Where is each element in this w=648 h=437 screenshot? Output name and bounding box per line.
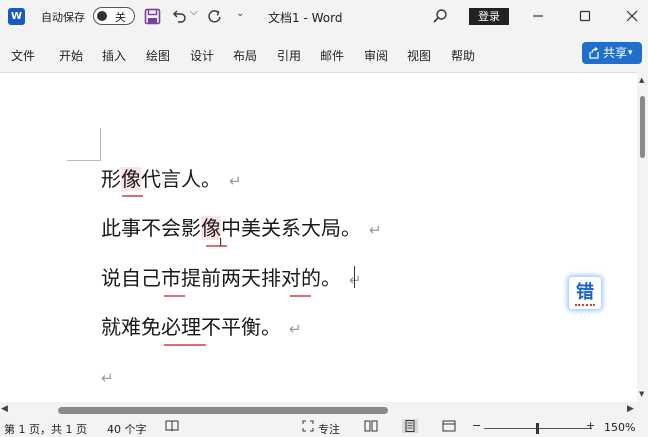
web-layout-icon[interactable] <box>442 420 456 432</box>
customize-toolbar-chevron-icon[interactable]: ⌄ <box>236 8 244 19</box>
paragraph-mark: ↵ <box>349 271 362 289</box>
tab-draw[interactable]: 绘图 <box>146 47 170 64</box>
scroll-left-arrow-icon[interactable]: ◀ <box>1 404 8 414</box>
line-text: 就难免必理不平衡。 <box>101 315 281 339</box>
document-line[interactable]: 说自己市提前两天排对的。 ↵ <box>101 265 362 293</box>
tab-review[interactable]: 审阅 <box>364 47 388 64</box>
line-text: 形像代言人。 <box>101 167 221 191</box>
spelling-error-underline <box>164 295 185 297</box>
horizontal-scroll-thumb[interactable] <box>58 407 388 414</box>
line-text: 此事不会影像中美关系大局。 <box>101 216 361 240</box>
word-logo-icon: W <box>8 8 25 25</box>
title-bar: W 自动保存 关 ⌵ ⌄ 文档1 - Word 登录 <box>0 0 648 34</box>
document-line[interactable]: ↵ <box>101 363 114 391</box>
proofing-book-icon[interactable] <box>165 420 179 432</box>
spelling-error-underline <box>122 195 143 197</box>
redo-icon[interactable] <box>207 8 223 24</box>
autosave-state: 关 <box>115 11 126 24</box>
document-line[interactable]: 形像代言人。 ↵ <box>101 166 242 194</box>
ribbon-tabs: 文件 开始 插入 绘图 设计 布局 引用 邮件 审阅 视图 帮助 <box>0 40 648 68</box>
paragraph-mark: ↵ <box>289 320 302 338</box>
vertical-scrollbar[interactable]: ▲ ▼ <box>637 72 648 402</box>
share-button[interactable]: 共享 ▾ <box>582 42 642 64</box>
tab-layout[interactable]: 布局 <box>233 47 257 64</box>
paragraph-mark: ↵ <box>101 369 114 387</box>
toggle-knob <box>97 11 107 21</box>
share-dropdown-chevron-icon: ▾ <box>628 48 633 58</box>
spellcheck-label: 错 <box>576 282 594 303</box>
spelling-error-underline <box>164 344 206 346</box>
zoom-in-icon[interactable]: + <box>586 419 595 432</box>
spelling-error-underline <box>290 295 311 297</box>
document-line[interactable]: 就难免必理不平衡。 ↵ <box>101 314 302 342</box>
tab-design[interactable]: 设计 <box>190 47 214 64</box>
share-label: 共享 <box>603 46 628 60</box>
minimize-icon[interactable] <box>526 5 550 27</box>
tab-help[interactable]: 帮助 <box>451 47 475 64</box>
tab-home[interactable]: 开始 <box>59 47 83 64</box>
page-info[interactable]: 第 1 页，共 1 页 <box>4 421 87 437</box>
document-title: 文档1 - Word <box>268 11 343 25</box>
spellcheck-button[interactable]: 错 <box>569 277 601 309</box>
print-layout-icon[interactable] <box>402 419 418 433</box>
focus-icon <box>302 420 314 432</box>
tab-file[interactable]: 文件 <box>11 47 35 64</box>
signin-button[interactable]: 登录 <box>469 8 509 25</box>
focus-button[interactable]: 专注 <box>318 421 340 437</box>
paragraph-mark: ↵ <box>229 172 242 190</box>
status-bar: 第 1 页，共 1 页 40 个字 专注 − + 150% <box>0 418 648 436</box>
word-count[interactable]: 40 个字 <box>107 421 147 437</box>
margin-corner-mark <box>67 160 101 161</box>
document-line[interactable]: 此事不会影像中美关系大局。 ↵ <box>101 215 382 243</box>
tab-references[interactable]: 引用 <box>277 47 301 64</box>
zoom-slider-thumb[interactable] <box>536 423 539 434</box>
read-mode-icon[interactable] <box>364 420 378 432</box>
text-cursor <box>354 266 355 288</box>
spellcheck-wave-icon <box>575 301 595 306</box>
share-icon <box>589 47 599 59</box>
vertical-scroll-thumb[interactable] <box>640 96 645 158</box>
paragraph-mark: ↵ <box>369 221 382 239</box>
line-text: 说自己市提前两天排对的。 <box>101 266 341 290</box>
zoom-out-icon[interactable]: − <box>472 419 481 432</box>
undo-dropdown-chevron-icon[interactable]: ⌵ <box>190 7 198 18</box>
tab-insert[interactable]: 插入 <box>102 47 126 64</box>
save-icon[interactable] <box>144 8 161 25</box>
scroll-down-arrow-icon[interactable]: ▼ <box>639 390 644 398</box>
maximize-icon[interactable] <box>573 5 597 27</box>
autosave-label: 自动保存 <box>41 11 85 24</box>
tab-view[interactable]: 视图 <box>407 47 431 64</box>
close-icon[interactable] <box>620 5 644 27</box>
autosave-toggle[interactable]: 关 <box>93 7 135 25</box>
horizontal-scrollbar[interactable]: ◀ ▶ <box>0 402 648 418</box>
tab-mailings[interactable]: 邮件 <box>320 47 344 64</box>
zoom-level[interactable]: 150% <box>604 421 635 434</box>
text-ibeam-cursor-icon: I <box>219 236 223 249</box>
margin-corner-mark <box>100 128 101 161</box>
undo-icon[interactable] <box>171 8 187 24</box>
spelling-error-underline <box>206 245 227 247</box>
search-icon[interactable] <box>432 8 448 24</box>
scroll-right-arrow-icon[interactable]: ▶ <box>627 404 634 414</box>
scroll-up-arrow-icon[interactable]: ▲ <box>639 76 644 84</box>
